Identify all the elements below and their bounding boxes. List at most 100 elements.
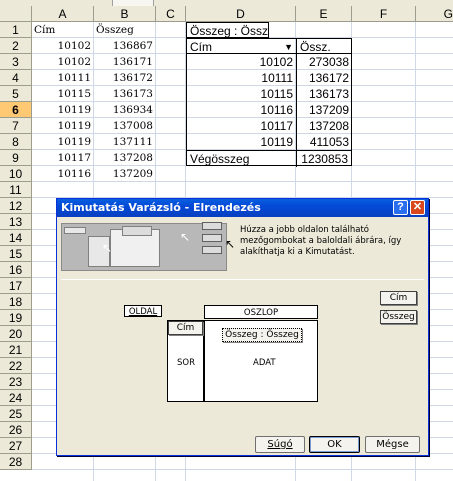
data-field-osszeg-button[interactable]: Összeg : Összeg (222, 328, 302, 342)
close-icon[interactable]: ✕ (410, 200, 425, 215)
row-header-17[interactable]: 17 (0, 278, 32, 294)
ok-button-label: OK (327, 439, 342, 450)
osszeg-cell[interactable]: 137008 (94, 118, 156, 134)
cursor-icon: ↖ (225, 237, 236, 251)
pivot-grand-total-value[interactable]: 1230853 (296, 150, 352, 166)
column-header-g[interactable]: G (416, 6, 453, 22)
row-header-19[interactable]: 19 (0, 310, 32, 326)
column-header-a[interactable]: A (32, 6, 94, 22)
column-header-f[interactable]: F (352, 6, 416, 22)
pivot-row-value[interactable]: 137208 (297, 118, 352, 134)
grid-row-line (32, 469, 453, 470)
header-cell-osszeg[interactable]: Összeg (94, 22, 156, 38)
pivot-row-label[interactable]: 10117 (186, 118, 296, 134)
row-header-6[interactable]: 6 (0, 102, 32, 118)
osszeg-cell[interactable]: 137111 (94, 134, 156, 150)
osszeg-cell[interactable]: 136171 (94, 54, 156, 70)
row-header-28[interactable]: 28 (0, 454, 32, 470)
row-header-24[interactable]: 24 (0, 390, 32, 406)
osszeg-cell[interactable]: 137208 (94, 150, 156, 166)
cim-cell[interactable]: 10119 (32, 134, 94, 150)
row-header-27[interactable]: 27 (0, 438, 32, 454)
cancel-button[interactable]: Mégse (365, 436, 420, 453)
cim-cell[interactable]: 10116 (32, 166, 94, 182)
row-area-label: SOR (177, 358, 195, 368)
cim-cell[interactable]: 10119 (32, 118, 94, 134)
osszeg-cell[interactable]: 137209 (94, 166, 156, 182)
pivot-row-value[interactable]: 136172 (297, 70, 352, 86)
row-header-14[interactable]: 14 (0, 230, 32, 246)
row-header-9[interactable]: 9 (0, 150, 32, 166)
row-header-8[interactable]: 8 (0, 134, 32, 150)
row-header-10[interactable]: 10 (0, 166, 32, 182)
pivot-wizard-dialog: Kimutatás Varázsló - Elrendezés ? ✕ ↖ ↖ … (56, 198, 429, 456)
field-button-cim[interactable]: Cím (380, 291, 417, 305)
osszeg-cell[interactable]: 136867 (94, 38, 156, 54)
select-all-corner[interactable] (0, 6, 32, 22)
cim-cell[interactable]: 10117 (32, 150, 94, 166)
cim-cell[interactable]: 10111 (32, 70, 94, 86)
row-header-16[interactable]: 16 (0, 262, 32, 278)
pivot-row-label[interactable]: 10102 (186, 54, 296, 70)
instructions-text: Húzza a jobb oldalon található mezőgombo… (240, 225, 402, 257)
column-header-e[interactable]: E (296, 6, 352, 22)
row-header-21[interactable]: 21 (0, 342, 32, 358)
pivot-row-value[interactable]: 136173 (297, 86, 352, 102)
row-header-25[interactable]: 25 (0, 406, 32, 422)
row-header-11[interactable]: 11 (0, 182, 32, 198)
row-header-2[interactable]: 2 (0, 38, 32, 54)
dialog-title: Kimutatás Varázsló - Elrendezés (61, 201, 261, 214)
pivot-row-value[interactable]: 411053 (297, 134, 352, 150)
cim-cell[interactable]: 10115 (32, 86, 94, 102)
dialog-separator (61, 279, 424, 280)
illustration-field-buttons (202, 222, 224, 258)
pivot-row-field-button[interactable]: Cím ▼ (186, 38, 296, 54)
pivot-data-header[interactable]: Össz. (296, 38, 352, 54)
column-drop-area[interactable]: OSZLOP (204, 305, 318, 319)
help-button[interactable]: Súgó (255, 436, 305, 453)
cim-cell[interactable]: 10102 (32, 38, 94, 54)
pivot-row-value[interactable]: 137209 (297, 102, 352, 118)
cim-cell[interactable]: 10119 (32, 102, 94, 118)
row-header-22[interactable]: 22 (0, 358, 32, 374)
row-header-26[interactable]: 26 (0, 422, 32, 438)
pivot-row-label[interactable]: 10116 (186, 102, 296, 118)
pivot-data-field-title[interactable]: Összeg : Összeg (186, 22, 269, 38)
pivot-row-value[interactable]: 273038 (297, 54, 352, 70)
page-area-label: OLDAL (128, 307, 158, 317)
row-header-4[interactable]: 4 (0, 70, 32, 86)
help-button-label: Súgó (267, 439, 293, 450)
help-icon[interactable]: ? (393, 200, 408, 215)
column-area-label: OSZLOP (243, 308, 279, 318)
osszeg-cell[interactable]: 136173 (94, 86, 156, 102)
osszeg-cell[interactable]: 136172 (94, 70, 156, 86)
row-header-1[interactable]: 1 (0, 22, 32, 38)
row-header-23[interactable]: 23 (0, 374, 32, 390)
pivot-row-field-label: Cím (190, 40, 212, 54)
pivot-row-label[interactable]: 10111 (186, 70, 296, 86)
header-cell-cim[interactable]: Cím (32, 22, 94, 38)
column-header-b[interactable]: B (94, 6, 156, 22)
pivot-grand-total-label[interactable]: Végösszeg (186, 150, 296, 166)
row-header-3[interactable]: 3 (0, 54, 32, 70)
column-header-d[interactable]: D (186, 6, 296, 22)
pivot-row-label[interactable]: 10115 (186, 86, 296, 102)
row-header-5[interactable]: 5 (0, 86, 32, 102)
row-field-cim-button[interactable]: Cím (168, 321, 203, 335)
row-header-7[interactable]: 7 (0, 118, 32, 134)
column-header-c[interactable]: C (156, 6, 186, 22)
page-drop-area[interactable]: OLDAL (124, 305, 162, 317)
row-header-13[interactable]: 13 (0, 214, 32, 230)
cancel-button-label: Mégse (376, 439, 409, 450)
field-button-osszeg[interactable]: Összeg (380, 310, 417, 324)
row-header-18[interactable]: 18 (0, 294, 32, 310)
row-header-20[interactable]: 20 (0, 326, 32, 342)
row-header-12[interactable]: 12 (0, 198, 32, 214)
pivot-row-label[interactable]: 10119 (186, 134, 296, 150)
dropdown-arrow-icon[interactable]: ▼ (284, 39, 293, 53)
data-area-label: ADAT (253, 358, 276, 368)
cim-cell[interactable]: 10102 (32, 54, 94, 70)
ok-button[interactable]: OK (309, 436, 360, 453)
row-header-15[interactable]: 15 (0, 246, 32, 262)
osszeg-cell[interactable]: 136934 (94, 102, 156, 118)
